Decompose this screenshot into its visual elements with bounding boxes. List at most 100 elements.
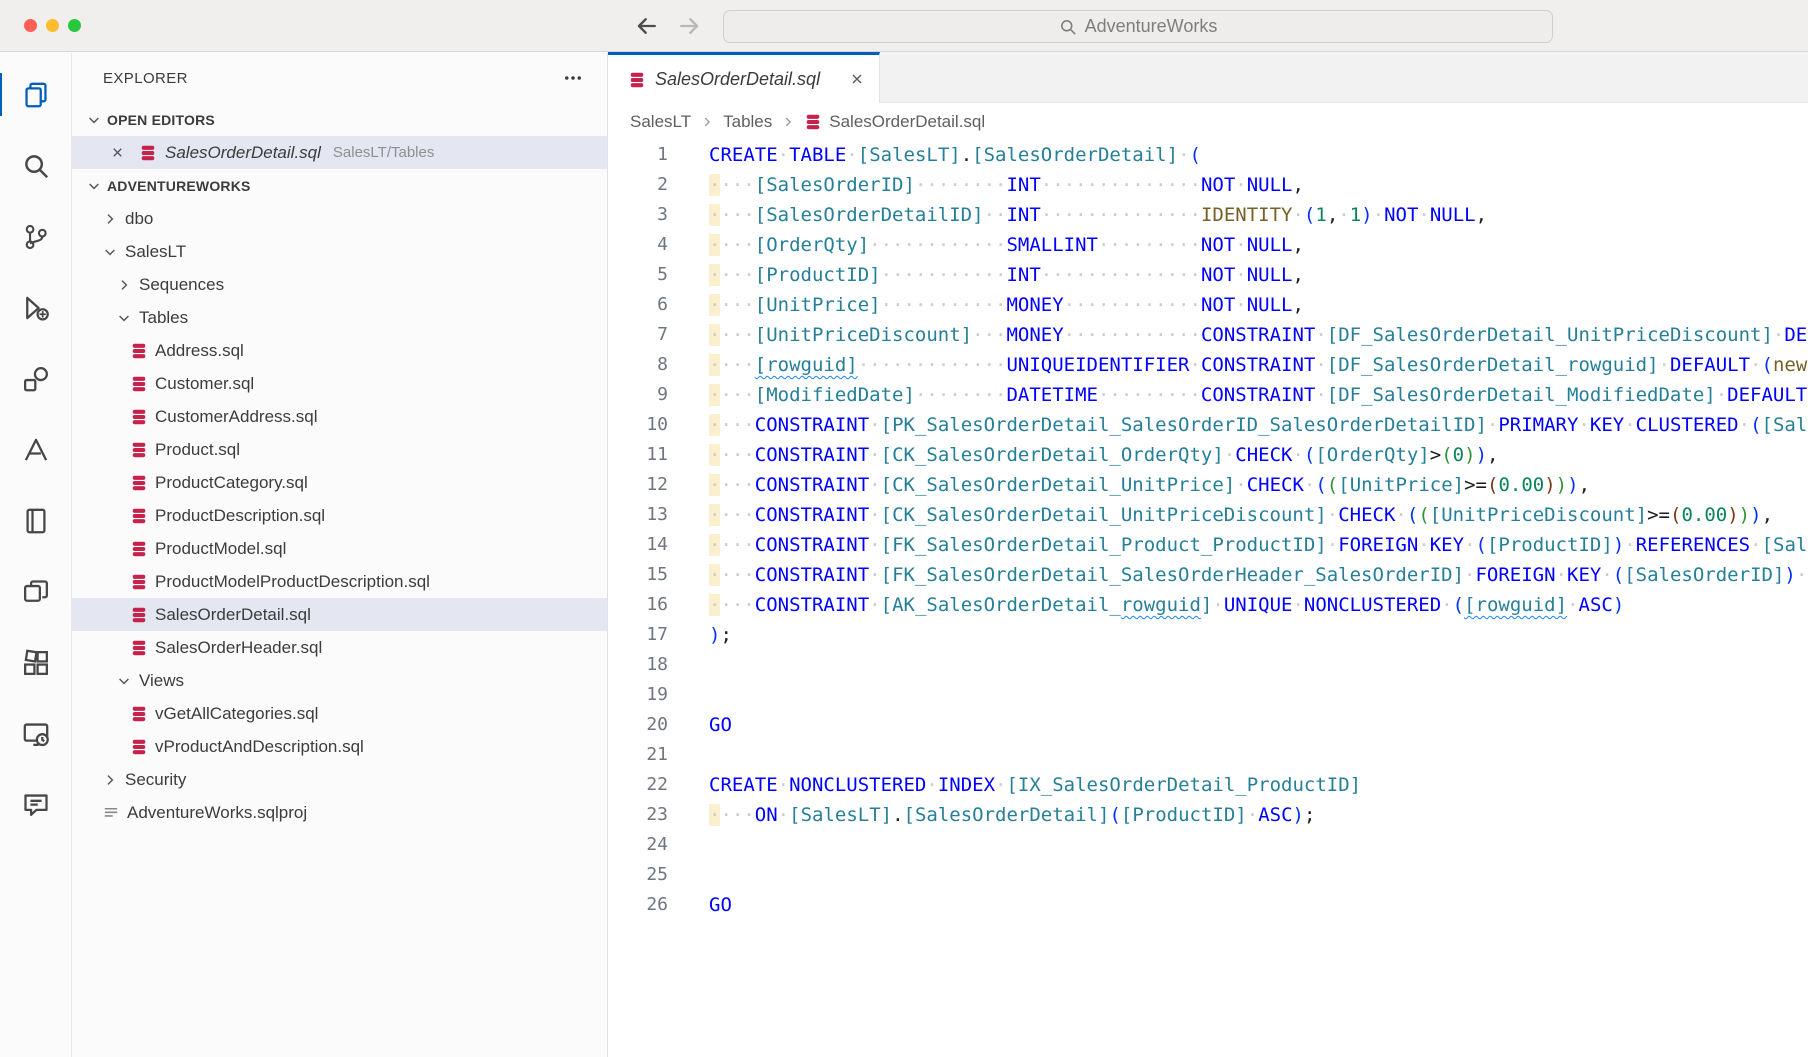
tree-item-salesorderheader-sql[interactable]: SalesOrderHeader.sql (72, 631, 607, 664)
tree-item-tables[interactable]: Tables (72, 301, 607, 334)
activity-bar (0, 53, 72, 1057)
tree-item-views[interactable]: Views (72, 664, 607, 697)
code-line-25[interactable]: 25 (608, 860, 1808, 890)
database-icon (130, 408, 148, 426)
chevron-down-icon (116, 310, 132, 326)
tree-item-label: ProductModelProductDescription.sql (155, 572, 430, 592)
breadcrumb-item[interactable]: SalesOrderDetail.sql (804, 112, 985, 132)
line-number: 14 (608, 530, 709, 560)
activity-editor-windows-button[interactable] (0, 556, 72, 627)
activity-azure-button[interactable] (0, 414, 72, 485)
code-line-9[interactable]: 9····[ModifiedDate]········DATETIME·····… (608, 380, 1808, 410)
line-number: 25 (608, 860, 709, 890)
tree-item-sequences[interactable]: Sequences (72, 268, 607, 301)
code-line-12[interactable]: 12····CONSTRAINT·[CK_SalesOrderDetail_Un… (608, 470, 1808, 500)
code-line-7[interactable]: 7····[UnitPriceDiscount]···MONEY········… (608, 320, 1808, 350)
more-actions-icon[interactable] (563, 68, 583, 88)
code-line-22[interactable]: 22CREATE·NONCLUSTERED·INDEX·[IX_SalesOrd… (608, 770, 1808, 800)
code-line-15[interactable]: 15····CONSTRAINT·[FK_SalesOrderDetail_Sa… (608, 560, 1808, 590)
chevron-right-icon (116, 277, 132, 293)
tree-item-customeraddress-sql[interactable]: CustomerAddress.sql (72, 400, 607, 433)
forward-button[interactable] (676, 13, 702, 39)
tree-item-product-sql[interactable]: Product.sql (72, 433, 607, 466)
tree-item-security[interactable]: Security (72, 763, 607, 796)
tree-item-label: AdventureWorks.sqlproj (127, 803, 307, 823)
tree-item-adventureworks-sqlproj[interactable]: AdventureWorks.sqlproj (72, 796, 607, 829)
chevron-right-icon (102, 211, 118, 227)
breadcrumb-item[interactable]: Tables (723, 112, 772, 132)
activity-object-explorer-button[interactable] (0, 343, 72, 414)
tree-item-label: Sequences (139, 275, 224, 295)
code-line-19[interactable]: 19 (608, 680, 1808, 710)
code-area[interactable]: 1CREATE·TABLE·[SalesLT].[SalesOrderDetai… (608, 140, 1808, 920)
code-line-21[interactable]: 21 (608, 740, 1808, 770)
activity-explorer-button[interactable] (0, 59, 72, 130)
tree-item-productmodelproductdescription-sql[interactable]: ProductModelProductDescription.sql (72, 565, 607, 598)
activity-notebooks-button[interactable] (0, 485, 72, 556)
code-line-18[interactable]: 18 (608, 650, 1808, 680)
line-number: 19 (608, 680, 709, 710)
code-line-26[interactable]: 26GO (608, 890, 1808, 920)
code-line-14[interactable]: 14····CONSTRAINT·[FK_SalesOrderDetail_Pr… (608, 530, 1808, 560)
open-editors-label: OPEN EDITORS (107, 112, 215, 128)
tree-item-saleslt[interactable]: SalesLT (72, 235, 607, 268)
tree-item-vproductanddescription-sql[interactable]: vProductAndDescription.sql (72, 730, 607, 763)
code-line-5[interactable]: 5····[ProductID]···········INT··········… (608, 260, 1808, 290)
back-button[interactable] (634, 13, 660, 39)
tab-title: SalesOrderDetail.sql (655, 69, 820, 90)
code-line-11[interactable]: 11····CONSTRAINT·[CK_SalesOrderDetail_Or… (608, 440, 1808, 470)
code-line-17[interactable]: 17); (608, 620, 1808, 650)
open-editors-header[interactable]: OPEN EDITORS (72, 103, 607, 136)
database-icon (130, 606, 148, 624)
line-number: 16 (608, 590, 709, 620)
line-number: 18 (608, 650, 709, 680)
activity-source-control-button[interactable] (0, 201, 72, 272)
tab-salesorderdetail[interactable]: SalesOrderDetail.sql (608, 52, 880, 103)
code-line-23[interactable]: 23····ON·[SalesLT].[SalesOrderDetail]([P… (608, 800, 1808, 830)
code-line-3[interactable]: 3····[SalesOrderDetailID]··INT··········… (608, 200, 1808, 230)
tree-item-dbo[interactable]: dbo (72, 202, 607, 235)
line-number: 7 (608, 320, 709, 350)
close-window-button[interactable] (24, 19, 37, 32)
command-center[interactable]: AdventureWorks (723, 10, 1553, 43)
explorer-icon (22, 81, 50, 109)
tree-item-productcategory-sql[interactable]: ProductCategory.sql (72, 466, 607, 499)
tree-item-salesorderdetail-sql[interactable]: SalesOrderDetail.sql (72, 598, 607, 631)
code-line-4[interactable]: 4····[OrderQty]············SMALLINT·····… (608, 230, 1808, 260)
activity-extensions-button[interactable] (0, 627, 72, 698)
activity-run-debug-button[interactable] (0, 272, 72, 343)
code-line-6[interactable]: 6····[UnitPrice]···········MONEY········… (608, 290, 1808, 320)
chevron-down-icon (116, 673, 132, 689)
minimize-window-button[interactable] (46, 19, 59, 32)
open-editor-item[interactable]: SalesOrderDetail.sql SalesLT/Tables (72, 136, 607, 169)
tree-item-customer-sql[interactable]: Customer.sql (72, 367, 607, 400)
code-line-8[interactable]: 8····[rowguid]·············UNIQUEIDENTIF… (608, 350, 1808, 380)
database-icon (130, 540, 148, 558)
zoom-window-button[interactable] (68, 19, 81, 32)
tree-item-label: vGetAllCategories.sql (155, 704, 318, 724)
code-line-13[interactable]: 13····CONSTRAINT·[CK_SalesOrderDetail_Un… (608, 500, 1808, 530)
line-number: 26 (608, 890, 709, 920)
code-line-16[interactable]: 16····CONSTRAINT·[AK_SalesOrderDetail_ro… (608, 590, 1808, 620)
breadcrumbs: SalesLT Tables SalesOrderDetail.sql (608, 103, 1808, 140)
activity-remote-button[interactable] (0, 698, 72, 769)
project-section-header[interactable]: ADVENTUREWORKS (72, 169, 607, 202)
tree-item-vgetallcategories-sql[interactable]: vGetAllCategories.sql (72, 697, 607, 730)
tree-item-productdescription-sql[interactable]: ProductDescription.sql (72, 499, 607, 532)
notebooks-icon (22, 507, 50, 535)
code-line-20[interactable]: 20GO (608, 710, 1808, 740)
tree-item-productmodel-sql[interactable]: ProductModel.sql (72, 532, 607, 565)
line-number: 12 (608, 470, 709, 500)
close-icon[interactable] (849, 71, 865, 87)
close-icon[interactable] (110, 145, 126, 160)
activity-search-button[interactable] (0, 130, 72, 201)
breadcrumb-item[interactable]: SalesLT (630, 112, 691, 132)
code-line-24[interactable]: 24 (608, 830, 1808, 860)
code-line-2[interactable]: 2····[SalesOrderID]········INT··········… (608, 170, 1808, 200)
code-line-10[interactable]: 10····CONSTRAINT·[PK_SalesOrderDetail_Sa… (608, 410, 1808, 440)
source-control-icon (22, 223, 50, 251)
activity-feedback-button[interactable] (0, 769, 72, 840)
tree-item-address-sql[interactable]: Address.sql (72, 334, 607, 367)
code-line-1[interactable]: 1CREATE·TABLE·[SalesLT].[SalesOrderDetai… (608, 140, 1808, 170)
remote-icon (22, 720, 50, 748)
